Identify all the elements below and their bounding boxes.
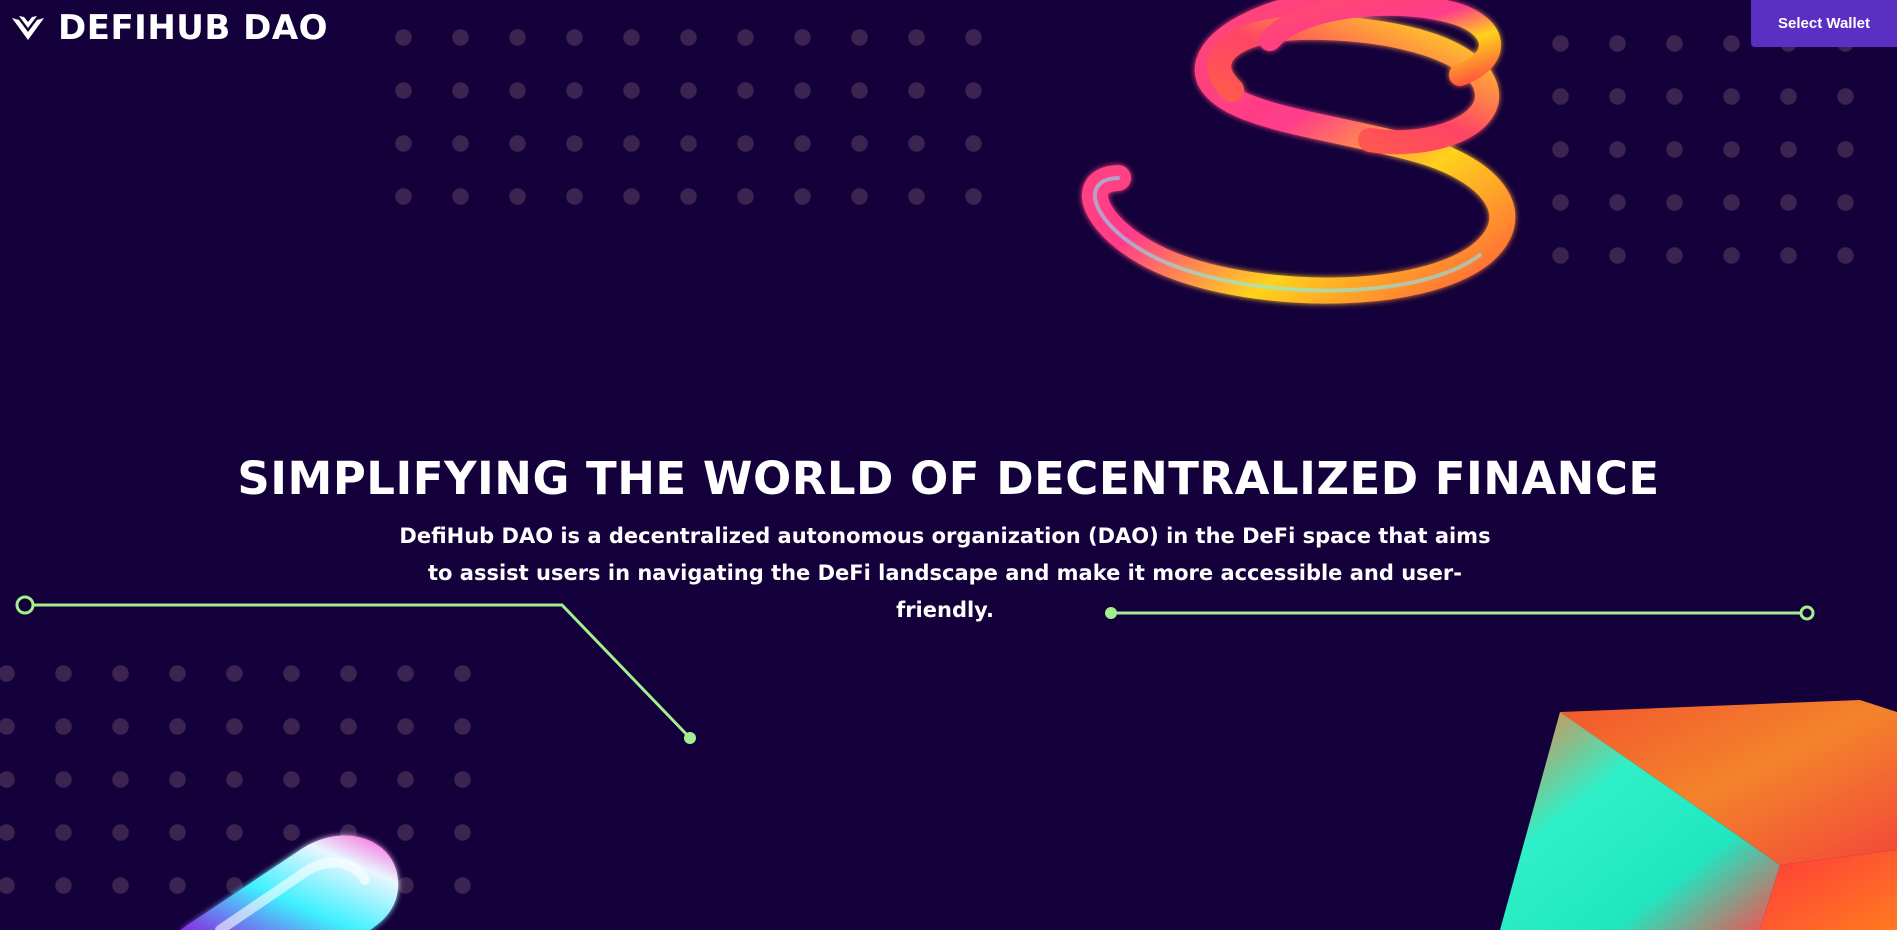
neon-capsule-art <box>180 835 399 930</box>
landing-page: DEFIHUB DAO Select Wallet SIMPLIFYING TH… <box>0 0 1897 930</box>
gradient-cube-art <box>1500 700 1897 930</box>
neon-coil-art <box>1082 0 1516 304</box>
brand-name: DEFIHUB DAO <box>58 8 329 48</box>
winged-chevron-logo-icon <box>12 16 44 40</box>
hero-title: SIMPLIFYING THE WORLD OF DECENTRALIZED F… <box>237 452 1660 505</box>
brand-logo[interactable]: DEFIHUB DAO <box>10 8 328 48</box>
hero-description: DefiHub DAO is a decentralized autonomou… <box>399 524 1491 622</box>
select-wallet-button[interactable]: Select Wallet <box>1751 0 1897 47</box>
